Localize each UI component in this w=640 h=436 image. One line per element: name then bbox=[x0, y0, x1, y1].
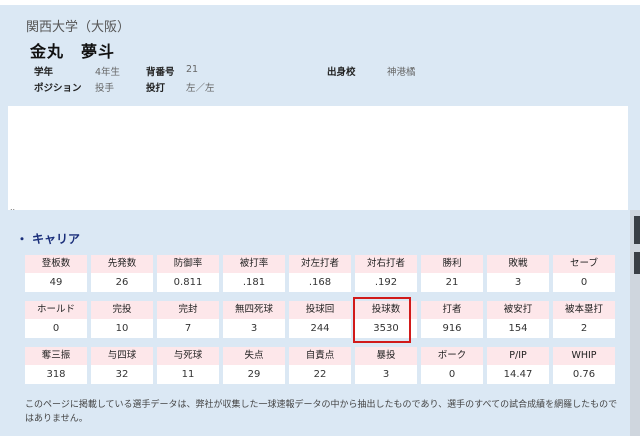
stat-value: 32 bbox=[91, 365, 153, 384]
stat-value: 3 bbox=[355, 365, 417, 384]
stat-cell: 与死球 11 bbox=[157, 347, 219, 384]
stat-label: 敗戦 bbox=[487, 255, 549, 273]
stat-label: 打者 bbox=[421, 301, 483, 319]
stat-cell: 敗戦 3 bbox=[487, 255, 549, 292]
stat-label: 完投 bbox=[91, 301, 153, 319]
stat-value: 2 bbox=[553, 319, 615, 338]
stat-cell: 登板数 49 bbox=[25, 255, 87, 292]
stat-value: 11 bbox=[157, 365, 219, 384]
stat-cell: ボーク 0 bbox=[421, 347, 483, 384]
ellipsis-marker: .. bbox=[10, 203, 16, 212]
stat-value: 0.76 bbox=[553, 365, 615, 384]
stat-cell: 対右打者 .192 bbox=[355, 255, 417, 292]
stat-label: 対左打者 bbox=[289, 255, 351, 273]
stat-value: 244 bbox=[289, 319, 351, 338]
stat-value: 7 bbox=[157, 319, 219, 338]
stat-value: 49 bbox=[25, 273, 87, 292]
stat-label: 被打率 bbox=[223, 255, 285, 273]
stat-cell: 被打率 .181 bbox=[223, 255, 285, 292]
stat-cell: 先発数 26 bbox=[91, 255, 153, 292]
alma-mater-value: 神港橘 bbox=[387, 67, 416, 78]
stat-label: 防御率 bbox=[157, 255, 219, 273]
stat-label: WHIP bbox=[553, 347, 615, 365]
stat-label: 登板数 bbox=[25, 255, 87, 273]
stat-label: 対右打者 bbox=[355, 255, 417, 273]
alma-mater-label: 出身校 bbox=[327, 67, 356, 78]
stat-label: 完封 bbox=[157, 301, 219, 319]
stat-cell: 自責点 22 bbox=[289, 347, 351, 384]
career-title-text: キャリア bbox=[32, 232, 81, 246]
stat-value: 0.811 bbox=[157, 273, 219, 292]
stat-cell: P/IP 14.47 bbox=[487, 347, 549, 384]
stat-label: ボーク bbox=[421, 347, 483, 365]
stat-cell: 失点 29 bbox=[223, 347, 285, 384]
stat-cell: セーブ 0 bbox=[553, 255, 615, 292]
stat-value: 0 bbox=[421, 365, 483, 384]
stat-value: 29 bbox=[223, 365, 285, 384]
stat-cell: 勝利 21 bbox=[421, 255, 483, 292]
right-scroll-handle-2[interactable] bbox=[634, 252, 640, 274]
stat-value: .192 bbox=[355, 273, 417, 292]
stat-value: 0 bbox=[25, 319, 87, 338]
stat-cell: 被安打 154 bbox=[487, 301, 549, 338]
stat-value: 21 bbox=[421, 273, 483, 292]
position-label: ポジション bbox=[34, 83, 82, 94]
stat-value: 22 bbox=[289, 365, 351, 384]
career-section-title: ・キャリア bbox=[16, 230, 80, 247]
stat-cell: 投球回 244 bbox=[289, 301, 351, 338]
stat-label: 暴投 bbox=[355, 347, 417, 365]
right-scroll-handle[interactable] bbox=[634, 216, 640, 244]
stat-label: セーブ bbox=[553, 255, 615, 273]
stat-label: ホールド bbox=[25, 301, 87, 319]
data-disclaimer: このページに掲載している選手データは、弊社が収集した一球速報データの中から抽出し… bbox=[25, 400, 618, 424]
bullet-icon: ・ bbox=[16, 232, 29, 246]
stat-value: .181 bbox=[223, 273, 285, 292]
stat-label: 与四球 bbox=[91, 347, 153, 365]
stat-cell: 奪三振 318 bbox=[25, 347, 87, 384]
stat-value: 0 bbox=[553, 273, 615, 292]
stat-label: 被安打 bbox=[487, 301, 549, 319]
stat-value: 154 bbox=[487, 319, 549, 338]
stat-cell: 完封 7 bbox=[157, 301, 219, 338]
stat-value: 26 bbox=[91, 273, 153, 292]
uniform-number-label: 背番号 bbox=[146, 67, 175, 78]
stat-cell: 暴投 3 bbox=[355, 347, 417, 384]
stat-label: 奪三振 bbox=[25, 347, 87, 365]
blank-content-area bbox=[8, 106, 628, 210]
stat-cell: 無四死球 3 bbox=[223, 301, 285, 338]
stat-label: 勝利 bbox=[421, 255, 483, 273]
stat-label: 無四死球 bbox=[223, 301, 285, 319]
stat-label: 自責点 bbox=[289, 347, 351, 365]
stat-cell: 打者 916 bbox=[421, 301, 483, 338]
stat-label: 失点 bbox=[223, 347, 285, 365]
stat-label: 被本塁打 bbox=[553, 301, 615, 319]
stat-value: 3 bbox=[487, 273, 549, 292]
bats-throws-label: 投打 bbox=[146, 83, 166, 94]
stat-value: 3 bbox=[223, 319, 285, 338]
bats-throws-value: 左／左 bbox=[186, 83, 215, 94]
university-name: 関西大学（大阪） bbox=[26, 20, 131, 35]
stat-cell: 与四球 32 bbox=[91, 347, 153, 384]
stat-value: 14.47 bbox=[487, 365, 549, 384]
player-name: 金丸 夢斗 bbox=[30, 42, 116, 61]
stat-cell: 対左打者 .168 bbox=[289, 255, 351, 292]
stat-label: 投球回 bbox=[289, 301, 351, 319]
position-value: 投手 bbox=[95, 83, 115, 94]
stat-cell: 被本塁打 2 bbox=[553, 301, 615, 338]
stat-value: 318 bbox=[25, 365, 87, 384]
grade-value: 4年生 bbox=[95, 67, 121, 78]
stat-label: P/IP bbox=[487, 347, 549, 365]
stat-cell: 防御率 0.811 bbox=[157, 255, 219, 292]
stat-cell: 完投 10 bbox=[91, 301, 153, 338]
stat-value: .168 bbox=[289, 273, 351, 292]
stat-value: 10 bbox=[91, 319, 153, 338]
stat-label: 与死球 bbox=[157, 347, 219, 365]
grade-label: 学年 bbox=[34, 67, 54, 78]
stat-label: 先発数 bbox=[91, 255, 153, 273]
uniform-number-value: 21 bbox=[186, 64, 199, 75]
stat-value: 916 bbox=[421, 319, 483, 338]
stat-cell: WHIP 0.76 bbox=[553, 347, 615, 384]
pitch-count-highlight-box bbox=[353, 297, 411, 343]
stat-cell: ホールド 0 bbox=[25, 301, 87, 338]
